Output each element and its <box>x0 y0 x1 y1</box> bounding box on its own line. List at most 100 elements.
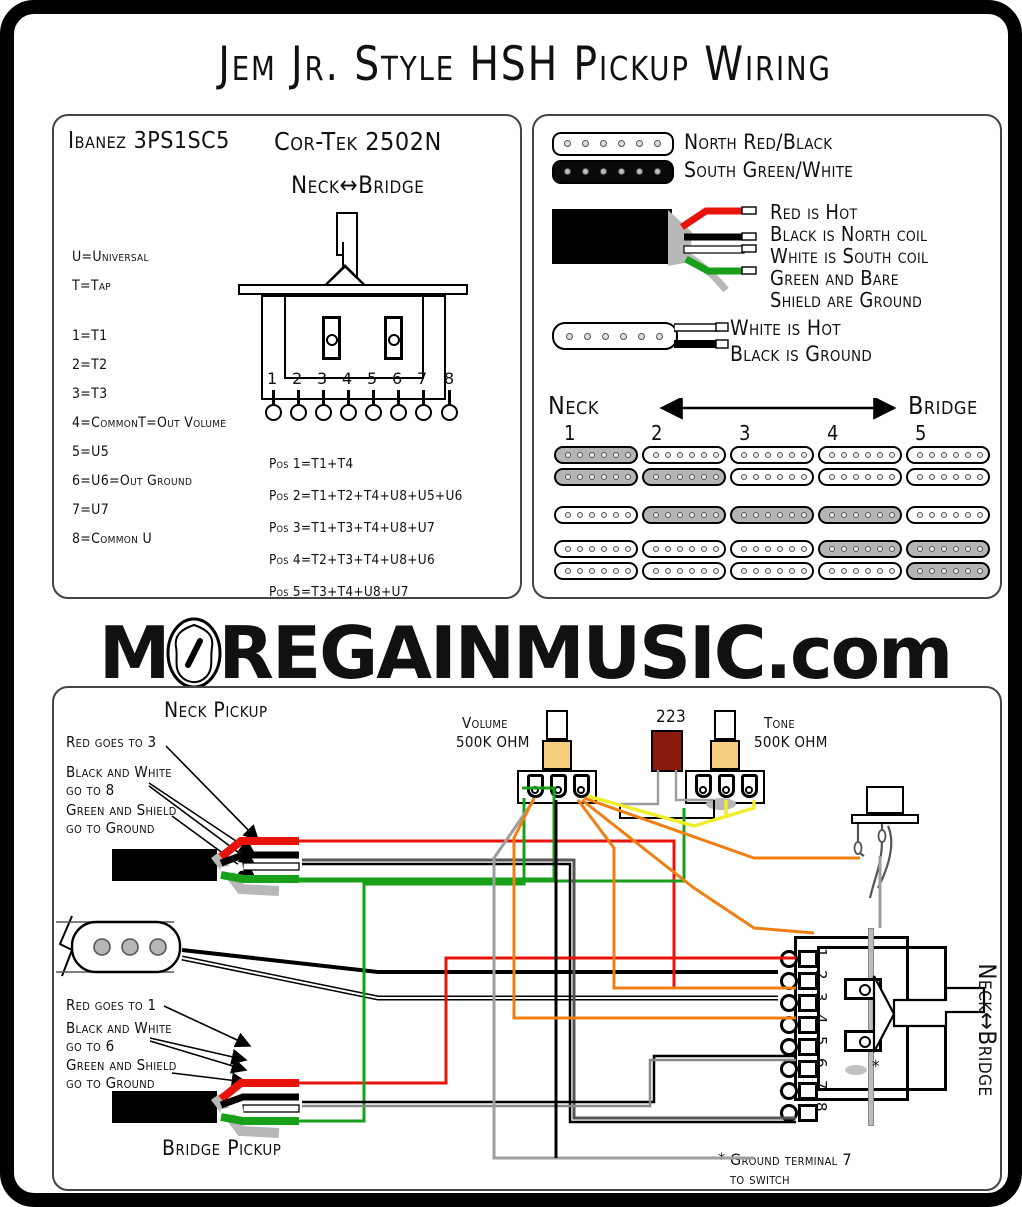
matrix-pole <box>653 512 659 518</box>
switch-terminal-num-2: 2 <box>292 369 303 388</box>
matrix-pole <box>865 474 871 480</box>
switch-body-inner <box>284 295 424 379</box>
matrix-pole <box>713 474 719 480</box>
switch-pin-2 <box>290 404 307 421</box>
matrix-pole <box>953 512 959 518</box>
position-3: Pos 3=T1+T3+T4+U8+U7 <box>269 520 435 536</box>
matrix-pole <box>877 546 883 552</box>
matrix-pole <box>677 546 683 552</box>
matrix-pole <box>625 546 631 552</box>
matrix-pole <box>865 512 871 518</box>
matrix-pole <box>741 452 747 458</box>
matrix-pole <box>841 512 847 518</box>
position-2: Pos 2=T1+T2+T4+U8+U5+U6 <box>269 488 463 504</box>
switch-contact-slot-left <box>322 316 341 360</box>
matrix-pole <box>665 568 671 574</box>
matrix-pole <box>689 474 695 480</box>
matrix-pole <box>589 512 595 518</box>
matrix-pole <box>929 474 935 480</box>
matrix-pole <box>917 474 923 480</box>
matrix-pole <box>865 546 871 552</box>
matrix-pole <box>565 512 571 518</box>
matrix-pole <box>665 512 671 518</box>
matrix-pole <box>713 452 719 458</box>
matrix-pole <box>677 452 683 458</box>
matrix-pole <box>613 546 619 552</box>
matrix-pole <box>577 452 583 458</box>
matrix-pole <box>653 568 659 574</box>
matrix-pole <box>917 546 923 552</box>
matrix-pole <box>929 546 935 552</box>
matrix-pole <box>613 512 619 518</box>
matrix-pole <box>665 474 671 480</box>
matrix-pole <box>929 568 935 574</box>
switch-terminal-num-5: 5 <box>367 369 378 388</box>
matrix-pos5-middle-single-coil <box>906 506 990 524</box>
matrix-pole <box>753 512 759 518</box>
matrix-pole <box>953 568 959 574</box>
matrix-pole <box>753 546 759 552</box>
matrix-pole <box>889 452 895 458</box>
switch-brand-left: Ibanez 3PS1SC5 <box>68 128 230 154</box>
pickup-reference-panel: North Red/Black South Green/White Red is… <box>532 114 1002 599</box>
matrix-pole <box>877 452 883 458</box>
matrix-pos2-bridge-coil-bottom <box>642 562 726 580</box>
matrix-pole <box>625 474 631 480</box>
matrix-pole <box>953 546 959 552</box>
matrix-pole <box>765 512 771 518</box>
matrix-pole <box>689 568 695 574</box>
legend-6: 6=U6=Out Ground <box>72 473 193 489</box>
matrix-pole <box>889 474 895 480</box>
matrix-pos3-middle-single-coil <box>730 506 814 524</box>
matrix-pole <box>613 568 619 574</box>
matrix-pole <box>941 512 947 518</box>
matrix-pole <box>889 568 895 574</box>
matrix-pole <box>777 452 783 458</box>
matrix-pole <box>841 546 847 552</box>
legend-u-universal: U=Universal <box>72 249 149 265</box>
matrix-pole <box>965 452 971 458</box>
switch-terminal-num-6: 6 <box>392 369 403 388</box>
matrix-pos5-neck-coil-top <box>906 446 990 464</box>
switch-terminal-num-1: 1 <box>267 369 278 388</box>
matrix-pole <box>665 452 671 458</box>
matrix-pole <box>865 452 871 458</box>
matrix-pos3-bridge-coil-top <box>730 540 814 558</box>
matrix-pole <box>589 452 595 458</box>
matrix-pole <box>917 512 923 518</box>
logo-text-post: REGAINMUSIC.com <box>218 611 954 696</box>
switch-terminal-num-3: 3 <box>317 369 328 388</box>
matrix-pole <box>965 546 971 552</box>
matrix-pos2-neck-coil-bottom <box>642 468 726 486</box>
wire-harness <box>299 786 882 1160</box>
matrix-pole <box>853 546 859 552</box>
switch-leg-5 <box>372 390 375 404</box>
switch-leg-4 <box>347 390 350 404</box>
matrix-pole <box>789 546 795 552</box>
matrix-pole <box>665 546 671 552</box>
matrix-pole <box>589 568 595 574</box>
matrix-pole <box>713 512 719 518</box>
matrix-pos4-bridge-coil-top <box>818 540 902 558</box>
matrix-pole <box>853 512 859 518</box>
page-title: Jem Jr. Style HSH Pickup Wiring <box>218 37 832 92</box>
matrix-pole <box>877 474 883 480</box>
matrix-pole <box>877 512 883 518</box>
matrix-pole <box>753 452 759 458</box>
matrix-pole <box>829 474 835 480</box>
switch-brand-right: Cor-Tek 2502N <box>274 127 442 156</box>
matrix-pole <box>741 568 747 574</box>
switch-pin-6 <box>390 404 407 421</box>
matrix-pole <box>753 568 759 574</box>
matrix-pole <box>601 546 607 552</box>
switch-leg-2 <box>297 390 300 404</box>
switch-leg-6 <box>397 390 400 404</box>
matrix-pole <box>829 452 835 458</box>
switch-orientation-label: Neck↔Bridge <box>291 171 425 199</box>
matrix-pole <box>789 512 795 518</box>
legend-4: 4=CommonT=Out Volume <box>72 415 227 431</box>
matrix-pole <box>677 474 683 480</box>
matrix-pole <box>625 512 631 518</box>
pickup-position-matrix <box>534 116 1004 601</box>
diagram-frame: Jem Jr. Style HSH Pickup Wiring Ibanez 3… <box>0 0 1022 1207</box>
